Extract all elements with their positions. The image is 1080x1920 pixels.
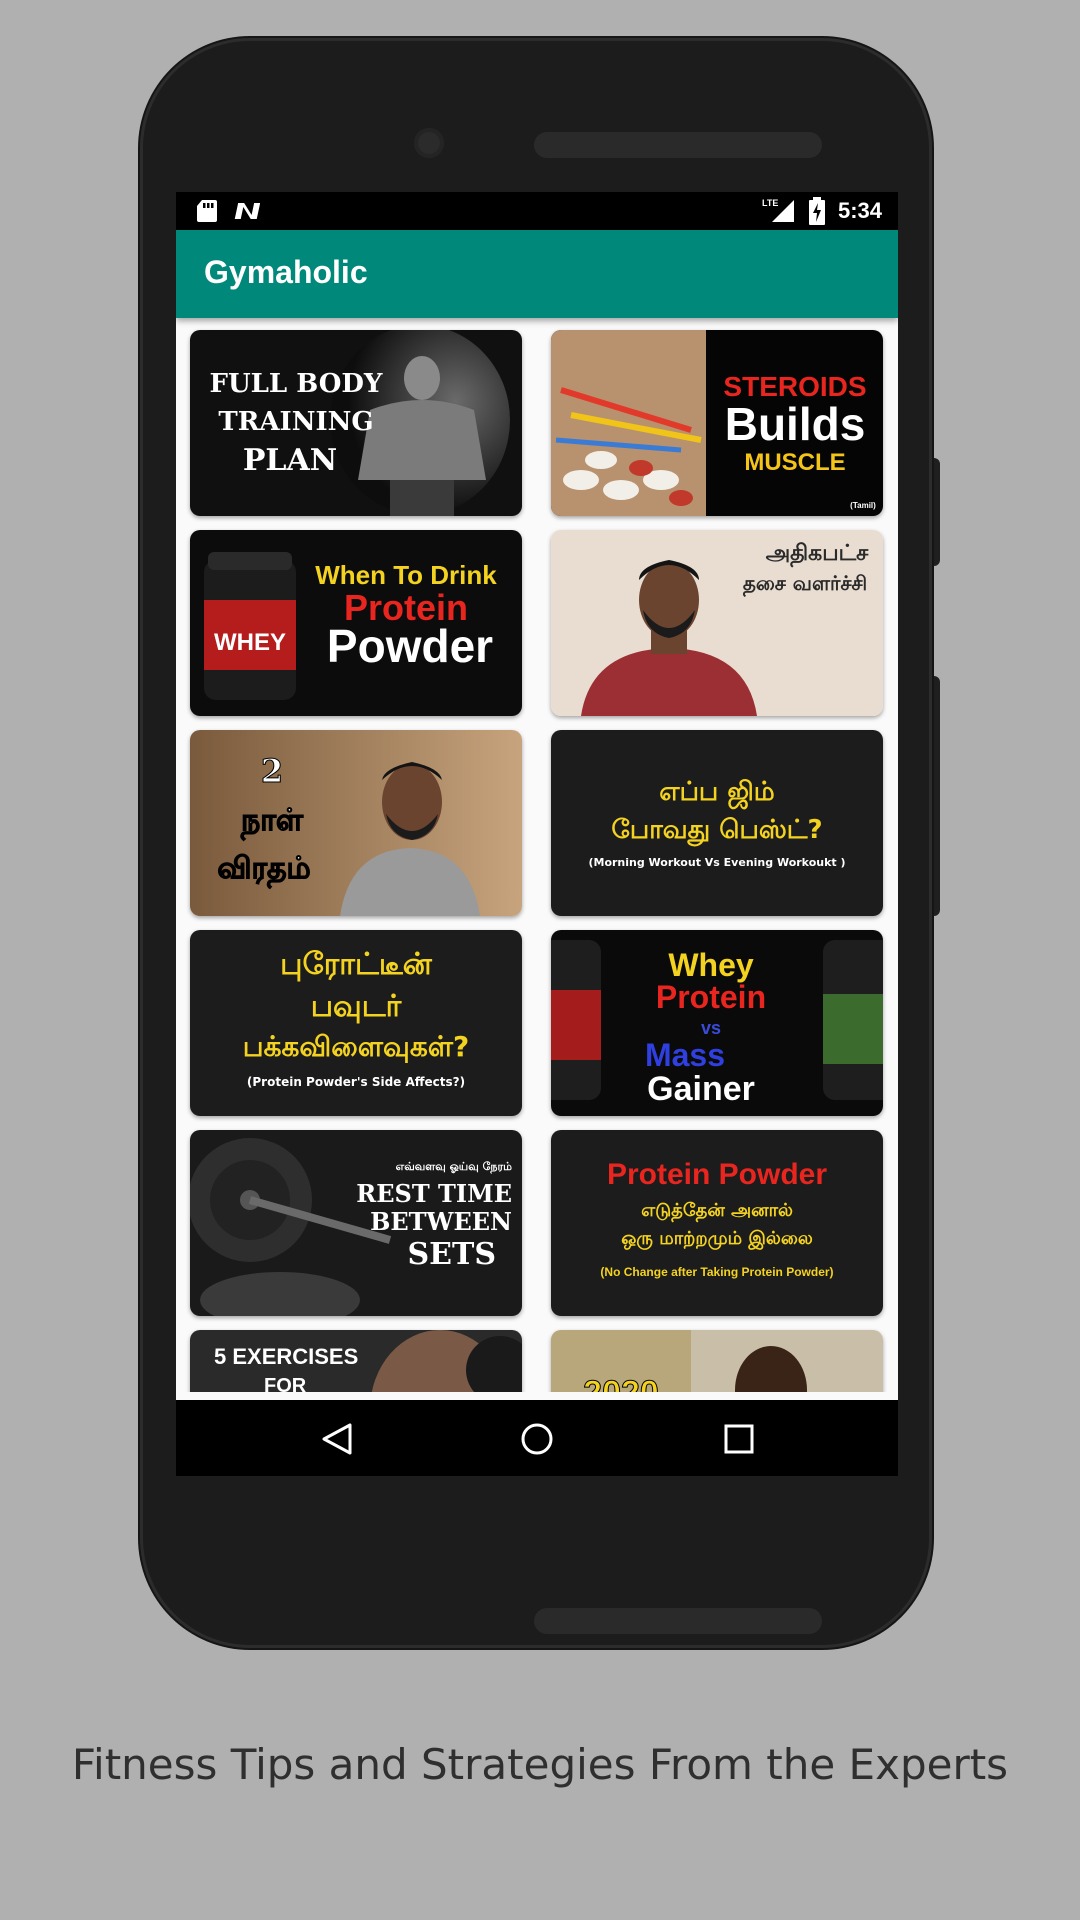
svg-text:Protein: Protein [656,979,766,1015]
svg-text:TRAINING: TRAINING [218,407,373,437]
svg-text:தசை வளர்ச்சி: தசை வளர்ச்சி [743,571,867,597]
lte-signal-icon: LTE [762,198,794,222]
svg-text:(Tamil): (Tamil) [850,501,876,510]
video-thumbnail: அதிகபட்ச தசை வளர்ச்சி [551,530,883,716]
app-title: Gymaholic [204,254,368,290]
svg-text:போவது பெஸ்ட்?: போவது பெஸ்ட்? [611,815,822,847]
sd-card-icon [197,200,217,222]
video-thumbnail: FULL BODY TRAINING PLAN [190,330,522,516]
video-thumbnail: 5 EXERCISES FOR [190,1330,522,1392]
video-card[interactable]: 5 EXERCISES FOR [190,1330,522,1392]
video-thumbnail: 2020 [551,1330,883,1392]
phone-screen: LTE 5:34 Gymaholic FULL BODY TRAINING PL… [176,192,898,1476]
svg-text:BETWEEN: BETWEEN [370,1207,512,1236]
svg-text:MUSCLE: MUSCLE [744,449,845,476]
svg-text:Gainer: Gainer [647,1070,755,1108]
svg-text:PLAN: PLAN [243,443,337,478]
battery-charging-icon [808,197,825,225]
svg-text:FOR: FOR [264,1375,307,1392]
svg-text:When To Drink: When To Drink [315,560,497,590]
app-bar: Gymaholic [176,230,898,318]
svg-text:பவுடர்: பவுடர் [311,989,403,1024]
video-card[interactable]: Whey Protein vs Mass Gainer [551,930,883,1116]
svg-text:Whey: Whey [668,947,754,983]
video-thumbnail: எவ்வளவு ஓய்வு நேரம் REST TIME BETWEEN SE… [190,1130,522,1316]
svg-text:FULL BODY: FULL BODY [210,369,383,399]
svg-text:நாள்: நாள் [240,803,304,841]
svg-text:எவ்வளவு ஓய்வு நேரம்: எவ்வளவு ஓய்வு நேரம் [396,1160,512,1174]
svg-text:WHEY: WHEY [214,629,286,656]
video-card[interactable]: WHEY When To Drink Protein Powder [190,530,522,716]
video-thumbnail: STEROIDS Builds MUSCLE (Tamil) [551,330,883,516]
svg-text:REST TIME: REST TIME [356,1179,512,1208]
svg-text:ஒரு மாற்றமும் இல்லை: ஒரு மாற்றமும் இல்லை [621,1228,813,1250]
bottom-speaker [534,1608,822,1634]
video-grid[interactable]: FULL BODY TRAINING PLAN STEROIDS Builds [176,318,898,1392]
video-card[interactable]: 2 நாள் விரதம் [190,730,522,916]
svg-text:பக்கவிளைவுகள்?: பக்கவிளைவுகள்? [243,1030,470,1063]
video-card[interactable]: எப்ப ஜிம் போவது பெஸ்ட்? (Morning Workout… [551,730,883,916]
svg-text:SETS: SETS [407,1237,496,1272]
video-card[interactable]: FULL BODY TRAINING PLAN [190,330,522,516]
video-thumbnail: எப்ப ஜிம் போவது பெஸ்ட்? (Morning Workout… [551,730,883,916]
svg-text:எப்ப ஜிம்: எப்ப ஜிம் [659,777,774,810]
svg-text:Protein Powder: Protein Powder [607,1158,827,1191]
recents-icon[interactable] [724,1424,754,1454]
video-thumbnail: புரோட்டீன் பவுடர் பக்கவிளைவுகள்? (Protei… [190,930,522,1116]
svg-text:2: 2 [261,752,283,790]
video-thumbnail: 2 நாள் விரதம் [190,730,522,916]
home-icon[interactable] [520,1422,554,1456]
video-card[interactable]: எவ்வளவு ஓய்வு நேரம் REST TIME BETWEEN SE… [190,1130,522,1316]
svg-text:எடுத்தேன் அனால்: எடுத்தேன் அனால் [641,1200,793,1223]
svg-text:LTE: LTE [762,198,778,208]
status-time: 5:34 [837,198,882,223]
svg-text:(No Change after Taking Protei: (No Change after Taking Protein Powder) [600,1265,833,1279]
back-icon[interactable] [320,1422,354,1456]
svg-text:விரதம்: விரதம் [217,851,310,889]
video-card[interactable]: புரோட்டீன் பவுடர் பக்கவிளைவுகள்? (Protei… [190,930,522,1116]
svg-text:2020: 2020 [583,1374,659,1392]
svg-text:(Protein Powder's Side Affects: (Protein Powder's Side Affects?) [247,1075,465,1089]
navigation-bar [176,1400,898,1476]
svg-text:(Morning Workout Vs Evening Wo: (Morning Workout Vs Evening Workoukt ) [588,856,845,869]
svg-text:vs: vs [701,1018,721,1038]
video-card[interactable]: Protein Powder எடுத்தேன் அனால் ஒரு மாற்ற… [551,1130,883,1316]
video-card[interactable]: அதிகபட்ச தசை வளர்ச்சி [551,530,883,716]
svg-text:அதிகபட்ச: அதிகபட்ச [766,541,869,568]
earpiece-speaker [534,132,822,158]
n-notification-icon [234,203,260,219]
video-card[interactable]: STEROIDS Builds MUSCLE (Tamil) [551,330,883,516]
video-thumbnail: Protein Powder எடுத்தேன் அனால் ஒரு மாற்ற… [551,1130,883,1316]
front-camera [414,128,444,158]
svg-text:Builds: Builds [725,398,866,450]
svg-text:Powder: Powder [327,620,493,672]
video-thumbnail: Whey Protein vs Mass Gainer [551,930,883,1116]
promo-caption: Fitness Tips and Strategies From the Exp… [71,1740,1009,1789]
video-card[interactable]: 2020 [551,1330,883,1392]
status-bar: LTE 5:34 [176,192,898,230]
video-thumbnail: WHEY When To Drink Protein Powder [190,530,522,716]
svg-text:Mass: Mass [645,1037,725,1073]
svg-text:புரோட்டீன்: புரோட்டீன் [280,947,433,982]
svg-text:5 EXERCISES: 5 EXERCISES [214,1344,358,1369]
